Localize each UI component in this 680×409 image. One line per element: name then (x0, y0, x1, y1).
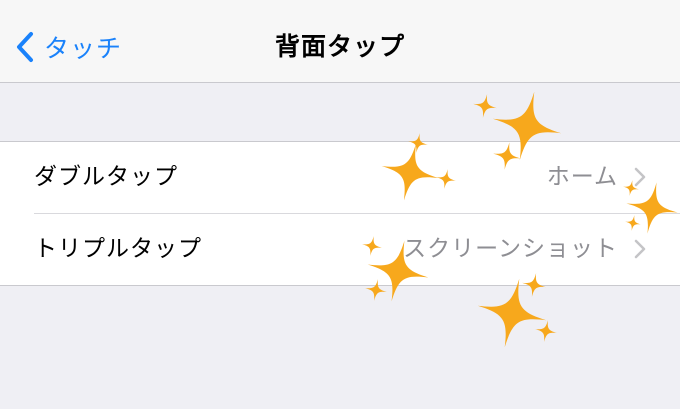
page-title: 背面タップ (274, 32, 405, 61)
sparkle-icon (533, 318, 559, 344)
navigation-bar: タッチ 背面タップ (0, 0, 680, 83)
settings-group: ダブルタップ ホーム トリプルタップ スクリーンショット (0, 141, 680, 286)
sparkle-icon (471, 92, 499, 120)
triple-tap-value: スクリーンショット (403, 236, 618, 262)
chevron-right-icon (634, 239, 646, 259)
triple-tap-label: トリプルタップ (34, 236, 202, 262)
double-tap-label: ダブルタップ (34, 164, 178, 190)
triple-tap-row[interactable]: トリプルタップ スクリーンショット (0, 214, 680, 285)
chevron-right-icon (634, 167, 646, 187)
double-tap-row[interactable]: ダブルタップ ホーム (0, 142, 680, 214)
double-tap-value: ホーム (546, 164, 618, 190)
